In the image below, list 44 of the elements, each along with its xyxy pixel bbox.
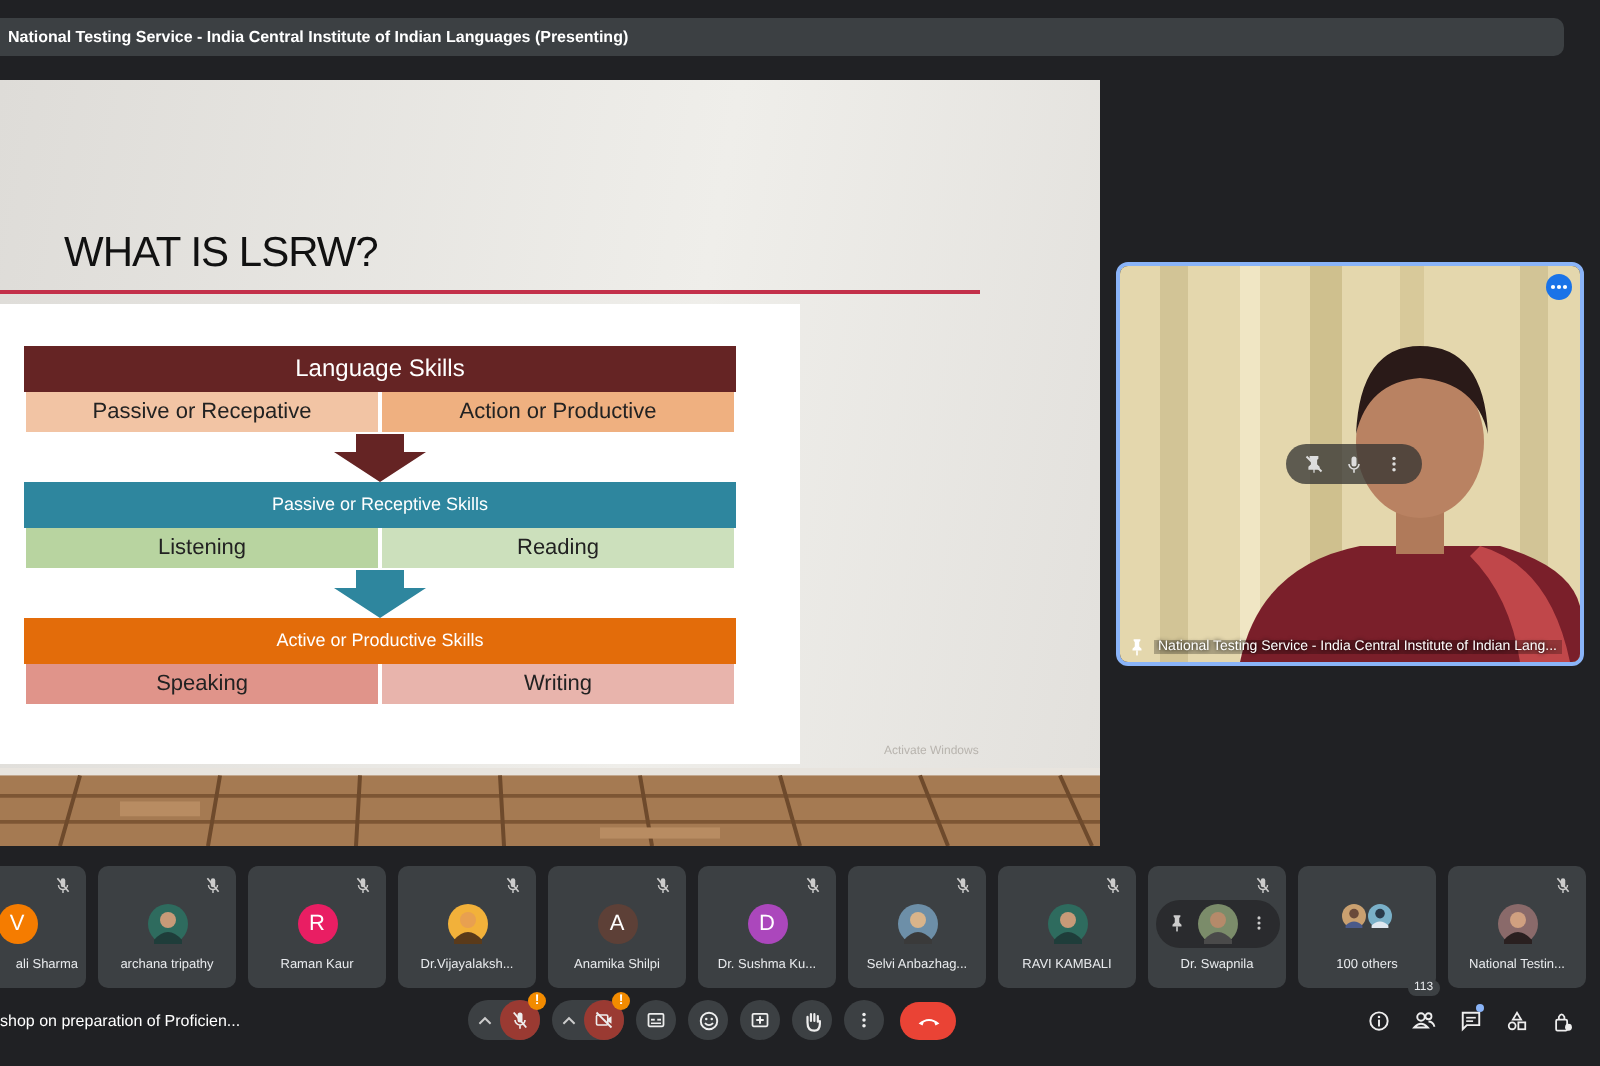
emoji-button[interactable] (688, 1000, 728, 1041)
phone-icon (915, 1013, 941, 1028)
chat-icon (1459, 1009, 1481, 1032)
captions-button[interactable] (636, 1000, 676, 1041)
pin-off-icon[interactable] (1304, 453, 1324, 474)
present-screen-button[interactable] (740, 1000, 780, 1041)
slide-title: WHAT IS LSRW? (64, 227, 378, 280)
avatar: R (297, 903, 337, 944)
hand-icon (801, 1009, 823, 1032)
skill-cell: Passive or Recepative (24, 391, 380, 434)
smiley-icon (697, 1009, 719, 1032)
meeting-title: shop on preparation of Proficien... (0, 1011, 243, 1030)
skill-cell: Reading (380, 527, 736, 570)
more-options-button[interactable] (844, 1000, 884, 1041)
avatar: D (747, 903, 787, 944)
camera-off-icon (594, 1010, 614, 1031)
present-icon (750, 1010, 770, 1031)
pin-icon[interactable] (1167, 914, 1185, 933)
skill-cell: Speaking (24, 663, 380, 706)
skill-cell: Action or Productive (380, 391, 736, 434)
camera-button[interactable] (584, 1000, 624, 1041)
avatar: A (597, 903, 637, 944)
shapes-icon (1505, 1009, 1527, 1032)
muted-microphone-icon (510, 1010, 530, 1031)
captions-icon (646, 1010, 666, 1031)
avatar: V (0, 903, 37, 944)
caret-icon (561, 1015, 575, 1026)
section-heading: Active or Productive Skills (24, 617, 736, 664)
raise-hand-button[interactable] (792, 1000, 832, 1041)
section-heading: Passive or Receptive Skills (24, 481, 736, 528)
more-options-icon (1550, 283, 1568, 290)
section-heading: Language Skills (24, 345, 736, 392)
skill-cell: Listening (24, 527, 380, 570)
info-icon (1367, 1009, 1389, 1032)
down-arrow-icon (334, 433, 426, 482)
skill-cell: Writing (380, 663, 736, 706)
presenter-banner: National Testing Service - India Central Institute of Indian Languages (Presenting) (0, 18, 1564, 56)
microphone-button[interactable] (500, 1000, 540, 1041)
people-icon (1412, 1008, 1436, 1033)
microphone-icon[interactable] (1344, 453, 1364, 474)
down-arrow-icon (334, 569, 426, 618)
end-call-button[interactable] (900, 1001, 956, 1040)
lock-icon (1551, 1009, 1573, 1032)
caret-icon (477, 1015, 491, 1026)
